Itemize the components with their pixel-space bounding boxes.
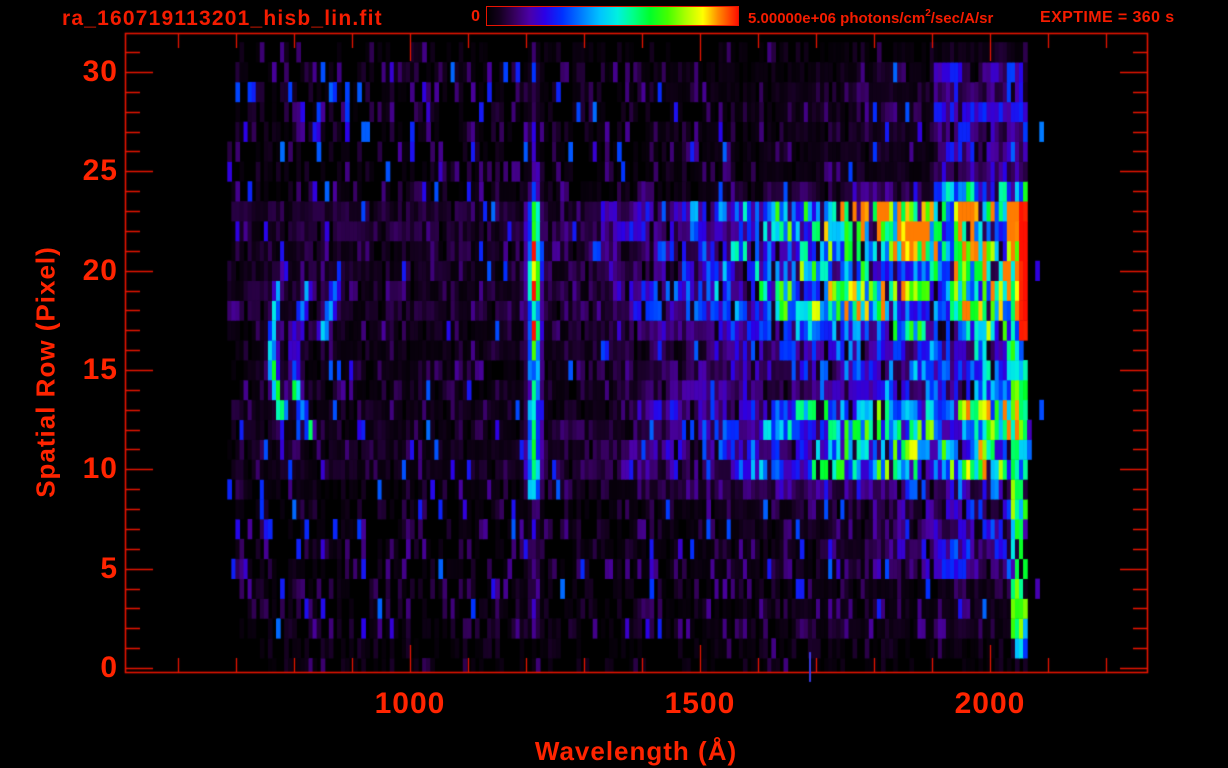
file-title: ra_160719113201_hisb_lin.fit <box>62 7 383 30</box>
x-tick-label: 2000 <box>954 687 1026 720</box>
colorbar-min-label: 0 <box>471 8 480 25</box>
y-tick-label: 20 <box>82 253 118 287</box>
colorbar-max-superscript: 2 <box>925 8 931 19</box>
colorbar-max-prefix: 5.00000e+06 photons/cm <box>748 10 926 27</box>
colorbar-max-suffix: /sec/A/sr <box>930 10 994 27</box>
colorbar-max-label: 5.00000e+06 photons/cm2/sec/A/sr <box>748 8 994 27</box>
y-tick-label: 0 <box>100 651 118 684</box>
x-tick-label: 1000 <box>374 687 446 720</box>
y-tick-label: 10 <box>82 452 118 486</box>
x-axis-title: Wavelength (Å) <box>534 736 738 766</box>
spectrogram-plot-canvas <box>0 0 1228 768</box>
exptime-label: EXPTIME = 360 s <box>1040 9 1175 26</box>
x-tick-label: 1500 <box>664 687 736 720</box>
colorbar-gradient <box>486 6 739 26</box>
y-tick-label: 15 <box>82 352 118 386</box>
y-tick-label: 30 <box>82 54 118 88</box>
spectrogram-viewer: ra_160719113201_hisb_lin.fit 0 5.00000e+… <box>0 0 1228 768</box>
y-tick-label: 25 <box>82 154 118 188</box>
y-tick-label: 5 <box>100 551 118 585</box>
